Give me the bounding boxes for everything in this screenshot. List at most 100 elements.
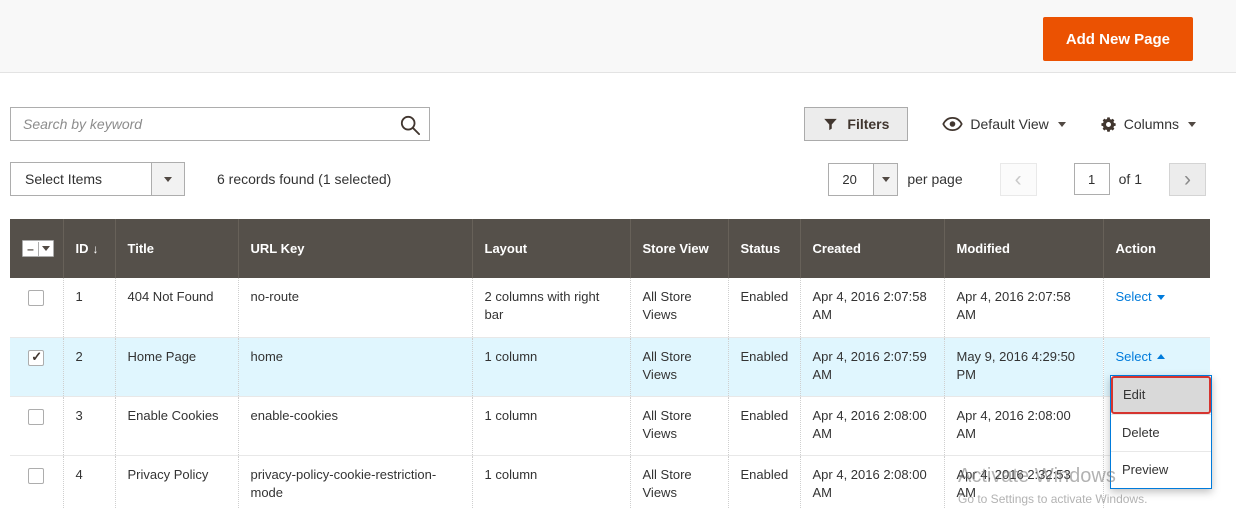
search-icon xyxy=(400,115,420,135)
cell-created: Apr 4, 2016 2:08:00 AM xyxy=(800,455,944,508)
cell-layout: 1 column xyxy=(472,455,630,508)
cell-action: Select Edit Delete Preview xyxy=(1103,337,1210,396)
header-title[interactable]: Title xyxy=(115,219,238,278)
header-modified[interactable]: Modified xyxy=(944,219,1103,278)
cell-title: 404 Not Found xyxy=(115,278,238,337)
chevron-left-icon: ‹ xyxy=(1015,169,1022,190)
cell-created: Apr 4, 2016 2:08:00 AM xyxy=(800,396,944,455)
header-select-all: – xyxy=(10,219,63,278)
table-row: 2 Home Page home 1 column All Store View… xyxy=(10,337,1210,396)
row-checkbox-cell xyxy=(10,278,63,337)
table-header-row: – ID↓ Title URL Key Layout Store View St… xyxy=(10,219,1210,278)
table-row: 1 404 Not Found no-route 2 columns with … xyxy=(10,278,1210,337)
grid-content: Filters Default View Columns xyxy=(0,107,1236,508)
next-page-button[interactable]: › xyxy=(1169,163,1206,196)
cell-id: 1 xyxy=(63,278,115,337)
chevron-down-icon xyxy=(1058,122,1066,127)
mass-actions-group: Select Items 6 records found (1 selected… xyxy=(10,162,391,196)
header-url-key[interactable]: URL Key xyxy=(238,219,472,278)
current-page-input[interactable] xyxy=(1074,163,1110,195)
row-checkbox[interactable] xyxy=(28,468,44,484)
cell-created: Apr 4, 2016 2:07:59 AM xyxy=(800,337,944,396)
per-page-select[interactable]: 20 xyxy=(828,163,898,196)
header-status[interactable]: Status xyxy=(728,219,800,278)
cell-title: Home Page xyxy=(115,337,238,396)
header-layout[interactable]: Layout xyxy=(472,219,630,278)
cell-status: Enabled xyxy=(728,278,800,337)
cell-status: Enabled xyxy=(728,396,800,455)
add-new-page-button[interactable]: Add New Page xyxy=(1043,17,1193,61)
row-checkbox[interactable] xyxy=(28,350,44,366)
chevron-up-icon xyxy=(1157,354,1165,359)
columns-label: Columns xyxy=(1124,116,1179,132)
search-input[interactable] xyxy=(11,108,429,140)
eye-icon xyxy=(942,117,963,131)
cell-modified: Apr 4, 2016 2:07:58 AM xyxy=(944,278,1103,337)
row-checkbox-cell xyxy=(10,337,63,396)
cell-layout: 1 column xyxy=(472,337,630,396)
cell-url-key: no-route xyxy=(238,278,472,337)
row-action-select-open[interactable]: Select xyxy=(1116,348,1165,366)
cell-created: Apr 4, 2016 2:07:58 AM xyxy=(800,278,944,337)
cell-modified: May 9, 2016 4:29:50 PM xyxy=(944,337,1103,396)
select-items-dropdown[interactable]: Select Items xyxy=(10,162,185,196)
grid-actions-row: Select Items 6 records found (1 selected… xyxy=(10,162,1226,196)
chevron-down-icon xyxy=(1188,122,1196,127)
row-action-select[interactable]: Select xyxy=(1116,288,1165,306)
header-action: Action xyxy=(1103,219,1210,278)
chevron-down-icon xyxy=(39,246,53,251)
select-all-dropdown[interactable]: – xyxy=(22,240,54,257)
keyword-search-box xyxy=(10,107,430,141)
search-button[interactable] xyxy=(397,113,423,137)
table-row: 3 Enable Cookies enable-cookies 1 column… xyxy=(10,396,1210,455)
chevron-down-icon xyxy=(873,164,897,195)
cell-url-key: enable-cookies xyxy=(238,396,472,455)
cell-store-view: All Store Views xyxy=(630,278,728,337)
select-all-checkbox: – xyxy=(23,242,39,256)
action-menu: Edit Delete Preview xyxy=(1110,375,1212,490)
chevron-down-icon xyxy=(1157,295,1165,300)
cell-id: 4 xyxy=(63,455,115,508)
previous-page-button[interactable]: ‹ xyxy=(1000,163,1037,196)
cell-modified: Apr 4, 2016 2:32:53 AM xyxy=(944,455,1103,508)
records-count: 6 records found (1 selected) xyxy=(217,171,391,187)
cell-status: Enabled xyxy=(728,337,800,396)
cell-store-view: All Store Views xyxy=(630,455,728,508)
action-menu-item-edit[interactable]: Edit xyxy=(1111,376,1211,414)
cell-action: Select xyxy=(1103,278,1210,337)
toolbar-right-group: Filters Default View Columns xyxy=(804,107,1196,141)
cell-modified: Apr 4, 2016 2:08:00 AM xyxy=(944,396,1103,455)
row-checkbox[interactable] xyxy=(28,409,44,425)
cell-id: 2 xyxy=(63,337,115,396)
action-menu-item-preview[interactable]: Preview xyxy=(1111,451,1211,488)
cell-store-view: All Store Views xyxy=(630,337,728,396)
cell-url-key: home xyxy=(238,337,472,396)
default-view-label: Default View xyxy=(970,116,1048,132)
header-store-view[interactable]: Store View xyxy=(630,219,728,278)
per-page-label: per page xyxy=(907,171,962,187)
cell-title: Enable Cookies xyxy=(115,396,238,455)
action-menu-item-delete[interactable]: Delete xyxy=(1111,414,1211,451)
row-checkbox-cell xyxy=(10,455,63,508)
gear-icon xyxy=(1100,116,1117,133)
page-header: Add New Page xyxy=(0,0,1236,73)
cell-layout: 2 columns with right bar xyxy=(472,278,630,337)
header-id[interactable]: ID↓ xyxy=(63,219,115,278)
cell-layout: 1 column xyxy=(472,396,630,455)
row-checkbox-cell xyxy=(10,396,63,455)
select-items-label: Select Items xyxy=(11,163,151,195)
filters-button[interactable]: Filters xyxy=(804,107,908,141)
default-view-dropdown[interactable]: Default View xyxy=(942,116,1065,132)
cell-status: Enabled xyxy=(728,455,800,508)
chevron-right-icon: › xyxy=(1184,169,1191,190)
grid-toolbar: Filters Default View Columns xyxy=(10,107,1226,141)
columns-dropdown[interactable]: Columns xyxy=(1100,116,1196,133)
table-row: 4 Privacy Policy privacy-policy-cookie-r… xyxy=(10,455,1210,508)
row-checkbox[interactable] xyxy=(28,290,44,306)
total-pages-label: of 1 xyxy=(1119,171,1142,187)
filters-label: Filters xyxy=(847,116,889,132)
cell-store-view: All Store Views xyxy=(630,396,728,455)
header-created[interactable]: Created xyxy=(800,219,944,278)
pagination-controls: 20 per page ‹ of 1 › xyxy=(828,163,1206,196)
filter-icon xyxy=(823,117,838,132)
